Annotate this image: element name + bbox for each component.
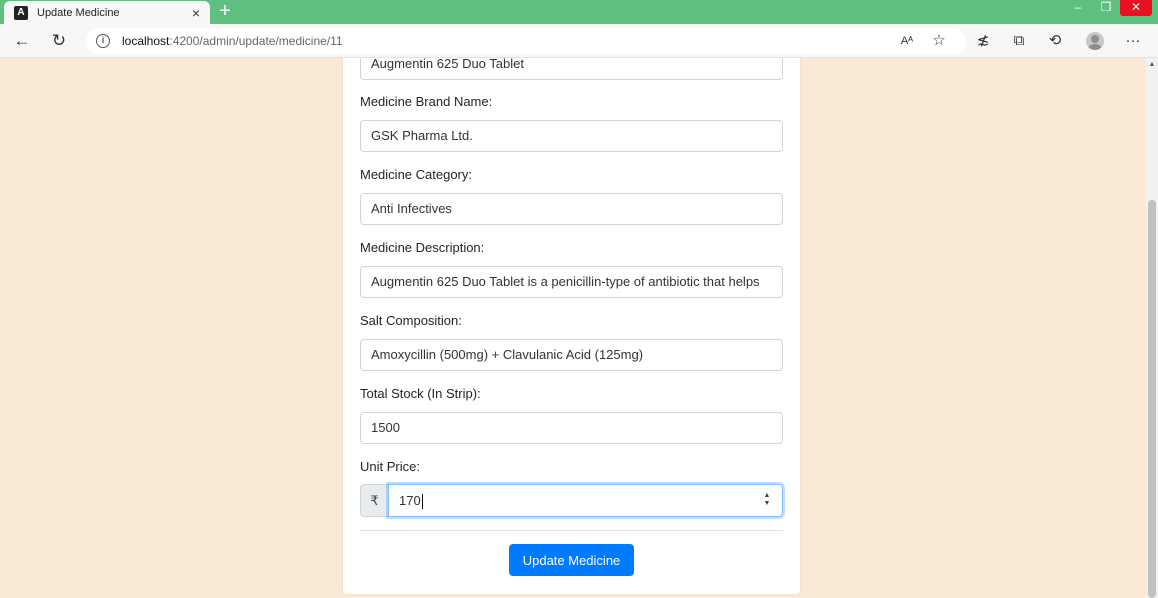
unit-price-input[interactable]: 170 ▲ ▼ (388, 484, 783, 517)
update-medicine-form: Augmentin 625 Duo Tablet Medicine Brand … (343, 58, 800, 594)
window-close-icon[interactable]: ✕ (1120, 0, 1152, 16)
back-icon[interactable]: ← (11, 30, 33, 52)
category-label: Medicine Category: (360, 167, 472, 182)
browser-titlebar: A Update Medicine × + – ❐ ✕ (0, 0, 1158, 24)
text-caret (421, 494, 423, 510)
brand-name-label: Medicine Brand Name: (360, 94, 493, 109)
number-spinner[interactable]: ▲ ▼ (762, 492, 772, 508)
browser-toolbar: ← ↻ i localhost:4200/admin/update/medici… (0, 24, 1158, 58)
unit-price-value: 170 (399, 493, 421, 508)
salt-composition-input[interactable]: Amoxycillin (500mg) + Clavulanic Acid (1… (360, 339, 783, 371)
page-content: Augmentin 625 Duo Tablet Medicine Brand … (0, 58, 1146, 598)
minimize-icon[interactable]: – (1066, 0, 1090, 16)
collections-icon[interactable]: ⧉ (1008, 30, 1030, 52)
unit-price-group: ₹ 170 ▲ ▼ (360, 484, 783, 517)
reload-icon[interactable]: ↻ (48, 30, 70, 52)
scroll-thumb[interactable] (1148, 200, 1156, 598)
url-host: localhost (122, 34, 170, 48)
new-tab-button[interactable]: + (214, 1, 236, 23)
info-icon[interactable]: i (96, 34, 110, 48)
angular-logo-icon: A (14, 5, 28, 20)
favorites-icon[interactable]: ≴ (972, 30, 994, 52)
url-path: :4200/admin/update/medicine/11 (169, 34, 343, 48)
total-stock-input[interactable]: 1500 (360, 412, 783, 444)
scroll-up-icon[interactable]: ▲ (1146, 58, 1158, 72)
history-icon[interactable]: ⟲ (1044, 30, 1066, 52)
maximize-icon[interactable]: ❐ (1094, 0, 1118, 16)
description-input[interactable]: Augmentin 625 Duo Tablet is a penicillin… (360, 266, 783, 298)
tab-title: Update Medicine (37, 6, 120, 19)
page-scrollbar[interactable]: ▲ (1146, 58, 1158, 598)
update-medicine-button[interactable]: Update Medicine (509, 544, 634, 576)
description-label: Medicine Description: (360, 240, 485, 255)
profile-icon[interactable] (1086, 32, 1104, 50)
medicine-name-input[interactable]: Augmentin 625 Duo Tablet (360, 58, 783, 80)
rupee-prefix: ₹ (360, 484, 388, 517)
form-divider (360, 530, 783, 531)
browser-tab[interactable]: A Update Medicine × (4, 1, 210, 24)
category-input[interactable]: Anti Infectives (360, 193, 783, 225)
favorite-add-icon[interactable]: ☆ (928, 30, 950, 52)
address-bar[interactable]: i localhost:4200/admin/update/medicine/1… (86, 28, 966, 54)
tab-close-icon[interactable]: × (186, 5, 206, 21)
total-stock-label: Total Stock (In Strip): (360, 386, 481, 401)
salt-composition-label: Salt Composition: (360, 313, 462, 328)
more-icon[interactable]: ··· (1122, 30, 1144, 52)
brand-name-input[interactable]: GSK Pharma Ltd. (360, 120, 783, 152)
unit-price-label: Unit Price: (360, 459, 420, 474)
read-aloud-icon[interactable]: A͏ᴬ (896, 30, 918, 52)
